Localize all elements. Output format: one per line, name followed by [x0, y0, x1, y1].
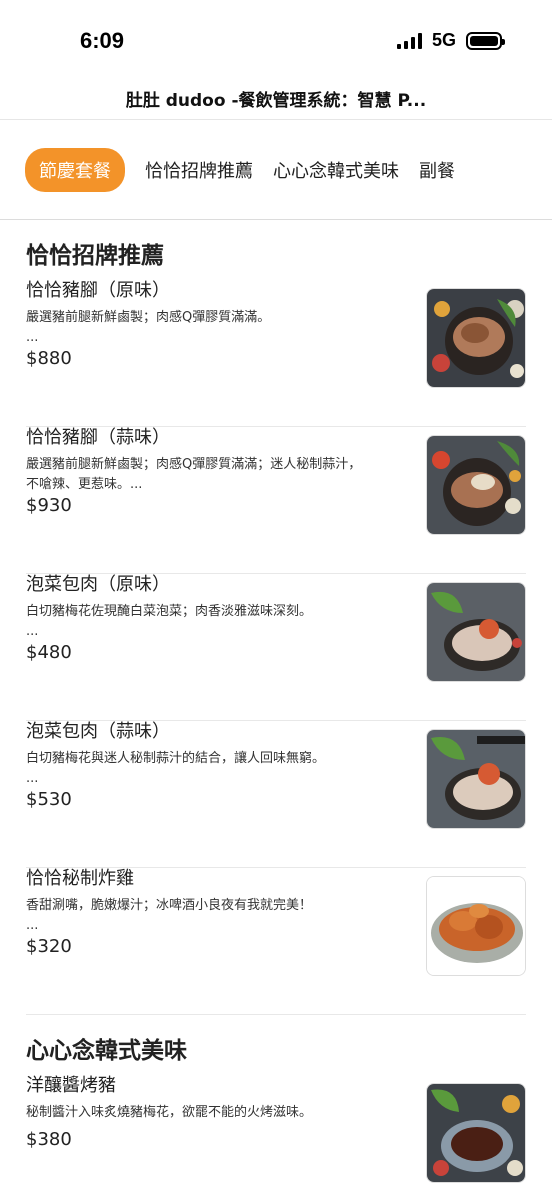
- menu-item[interactable]: 泡菜包肉（原味） 白切豬梅花佐現醃白菜泡菜；肉香淡雅滋味深刻。 ... $480: [26, 574, 526, 721]
- item-photo[interactable]: [426, 1083, 526, 1183]
- item-photo[interactable]: [426, 729, 526, 829]
- item-description: 秘制醬汁入味炙燒豬梅花，欲罷不能的火烤滋味。: [26, 1105, 313, 1120]
- status-bar: 6:09 5G: [0, 0, 552, 76]
- menu-item[interactable]: 恰恰秘制炸雞 香甜涮嘴，脆嫩爆汁；冰啤酒小良夜有我就完美！ ... $320: [26, 868, 526, 1015]
- tab-signature[interactable]: 恰恰招牌推薦: [145, 148, 253, 192]
- menu-item[interactable]: 恰恰豬腳（原味） 嚴選豬前腿新鮮鹵製；肉感Q彈膠質滿滿。 ... $880: [26, 280, 526, 427]
- tab-sides[interactable]: 副餐: [419, 148, 455, 192]
- item-description: 香甜涮嘴，脆嫩爆汁；冰啤酒小良夜有我就完美！ ...: [26, 898, 313, 933]
- tab-festival-set[interactable]: 節慶套餐: [25, 147, 125, 192]
- item-description: 白切豬梅花佐現醃白菜泡菜；肉香淡雅滋味深刻。 ...: [26, 604, 313, 639]
- item-photo[interactable]: [426, 876, 526, 976]
- status-time: 6:09: [80, 28, 125, 53]
- menu-item[interactable]: 泡菜包肉（蒜味） 白切豬梅花與迷人秘制蒜汁的結合，讓人回味無窮。 ... $53…: [26, 721, 526, 868]
- section-title-signature: 恰恰招牌推薦: [26, 243, 164, 269]
- category-tabs: 節慶套餐 恰恰招牌推薦 心心念韓式美味 副餐: [0, 120, 552, 220]
- item-name: 洋釀醬烤豬: [26, 1075, 116, 1096]
- item-name: 恰恰豬腳（蒜味）: [26, 427, 170, 448]
- item-name: 泡菜包肉（蒜味）: [26, 721, 170, 742]
- item-photo[interactable]: [426, 582, 526, 682]
- item-price: $320: [26, 936, 72, 957]
- item-price: $930: [26, 495, 72, 516]
- item-price: $880: [26, 348, 72, 369]
- signal-icon: [396, 32, 422, 49]
- item-description: 嚴選豬前腿新鮮鹵製；肉感Q彈膠質滿滿；迷人秘制蒜汁， 不嗆辣、更惹味。...: [26, 457, 362, 492]
- network-label: 5G: [431, 30, 456, 50]
- section-title-korean: 心心念韓式美味: [26, 1038, 187, 1064]
- item-description: 嚴選豬前腿新鮮鹵製；肉感Q彈膠質滿滿。 ...: [26, 310, 271, 345]
- item-photo[interactable]: [426, 288, 526, 388]
- menu-item[interactable]: 恰恰豬腳（蒜味） 嚴選豬前腿新鮮鹵製；肉感Q彈膠質滿滿；迷人秘制蒜汁， 不嗆辣、…: [26, 427, 526, 574]
- status-indicators: 5G: [396, 30, 505, 51]
- item-price: $530: [26, 789, 72, 810]
- battery-icon: [466, 31, 505, 50]
- item-photo[interactable]: [426, 435, 526, 535]
- item-name: 恰恰豬腳（原味）: [26, 280, 170, 301]
- tab-korean[interactable]: 心心念韓式美味: [273, 148, 399, 192]
- menu-item[interactable]: 洋釀醬烤豬 秘制醬汁入味炙燒豬梅花，欲罷不能的火烤滋味。 $380: [26, 1075, 526, 1200]
- item-description: 白切豬梅花與迷人秘制蒜汁的結合，讓人回味無窮。 ...: [26, 751, 326, 786]
- item-name: 泡菜包肉（原味）: [26, 574, 170, 595]
- item-price: $480: [26, 642, 72, 663]
- page-title: 肚肚 dudoo -餐飲管理系統：智慧 P...: [0, 76, 552, 120]
- item-price: $380: [26, 1129, 72, 1150]
- item-name: 恰恰秘制炸雞: [26, 868, 134, 889]
